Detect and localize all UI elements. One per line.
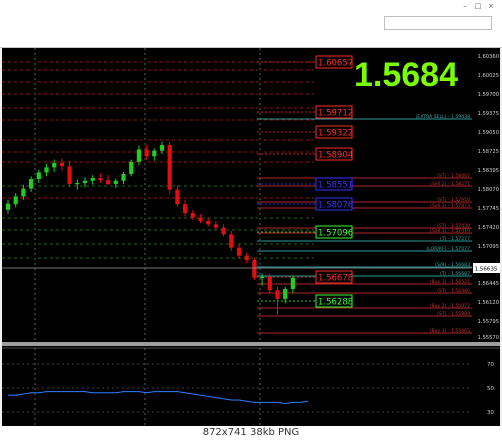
candle-body [90,177,95,181]
price-axis-label: 1.58725 [478,149,499,155]
price-chart[interactable]: (EXTRA SELL) - 1.59438 (ST) - 1.58467 (Sel… [2,48,500,426]
candle-body [190,213,195,218]
candle-body [21,188,26,197]
candle-body [82,180,88,184]
level-label: (LOR/KF) - 1.57077 [426,246,470,252]
candle-body [229,234,234,248]
candle-body [67,166,72,185]
candle-body [13,196,18,205]
candle-body [198,217,203,221]
candle-body [260,276,265,278]
current-price-display: 1.5684 [354,56,458,94]
candle-body [236,247,242,256]
candle-body [290,277,295,290]
top-toolbar: – □ × [0,0,502,48]
price-box-label: 1.59322 [318,129,353,139]
price-box-label: 1.58076 [318,201,353,211]
level-label: (T) - 1.56687 [440,271,470,277]
candle-body [159,145,165,151]
candle-body [75,183,80,185]
candle-body [206,220,211,225]
indicator-axis-label: 50 [487,386,494,392]
level-label: (ST) - 1.55989 [437,311,470,317]
price-axis-label: 1.56120 [478,300,499,306]
candle-body [252,259,257,278]
level-label: (ST) - 1.57950 [437,197,470,203]
level-label: (Buy 3) - 1.55665 [430,328,470,334]
price-axis-label: 1.57745 [478,206,499,212]
candle-body [221,227,226,235]
candle-body [152,150,157,157]
candle-body [275,290,280,300]
level-label: (ST) - 1.56480 [437,288,470,294]
window-controls: – □ × [460,2,496,10]
price-box-label: 1.60657 [318,59,353,69]
candle-body [244,255,249,260]
candle-body [113,180,118,185]
minimize-button[interactable]: – [460,2,470,10]
price-box-label: 1.59712 [318,109,353,119]
level-label: (Buy 2) - 1.56072 [430,303,470,309]
candle-body [36,172,41,180]
price-box-label: 1.57096 [318,229,353,239]
price-axis-label: 1.60025 [478,73,499,79]
candle-body [106,180,111,185]
level-label: (Sell 3) - 1.57873 [430,203,470,209]
price-axis-label: 1.57420 [478,225,499,231]
level-label: (Sell 1) - 1.57419 [430,228,470,234]
price-axis-label: 1.60360 [478,54,499,60]
current-price-tag: 1.56635 [475,267,498,273]
candle-body [44,167,49,173]
level-label: (Sell 2) - 1.58271 [430,181,470,187]
price-box-label: 1.56288 [318,298,353,308]
chart-canvas: (EXTRA SELL) - 1.59438 (ST) - 1.58467 (Sel… [2,48,500,426]
price-axis-label: 1.58395 [478,168,499,174]
price-box-label: 1.56678 [318,274,353,284]
candle-body [136,149,141,162]
candle-body [213,224,218,228]
candle-body [121,174,126,181]
price-axis-label: 1.56445 [478,281,499,287]
level-label: (Buy 1) - 1.56521 [430,279,470,285]
indicator-line [8,391,309,405]
level-label: (ST) - 1.58467 [437,173,470,179]
indicator-axis-label: 70 [487,362,494,368]
price-axis-label: 1.59050 [478,130,499,136]
price-axis-label: 1.58070 [478,187,499,193]
candle-body [167,145,172,190]
search-field[interactable] [384,16,492,30]
candle-body [283,289,288,300]
price-axis-label: 1.57095 [478,244,499,250]
candle-body [98,177,103,181]
candle-body [267,276,272,291]
level-label: (S/R) - 1.56683 [435,262,470,268]
price-box-label: 1.58551 [318,181,353,191]
indicator-axis-label: 30 [487,410,494,416]
close-button[interactable]: × [486,2,496,10]
app-window: – □ × (EXTRA SELL) - 1.59438 (ST) - 1.584… [0,0,502,440]
candle-body [183,204,188,214]
restore-button[interactable]: □ [473,2,483,10]
pane-separator [2,342,500,346]
price-box-label: 1.58904 [318,151,353,161]
image-caption: 872x741 38kb PNG [0,426,502,440]
price-axis-label: 1.59700 [478,92,499,98]
candle-body [144,149,149,157]
level-label: (T) - 1.57277 [440,236,470,242]
price-axis-label: 1.55795 [478,319,499,325]
candle-body [5,203,11,210]
candle-body [52,162,57,168]
candle-body [175,189,180,205]
level-label: (EXTRA SELL) - 1.59438 [416,114,471,120]
price-axis-label: 1.55570 [478,335,499,341]
price-axis-label: 1.59375 [478,111,499,117]
candle-body [59,162,64,167]
candle-body [129,161,134,175]
candle-body [29,179,34,189]
